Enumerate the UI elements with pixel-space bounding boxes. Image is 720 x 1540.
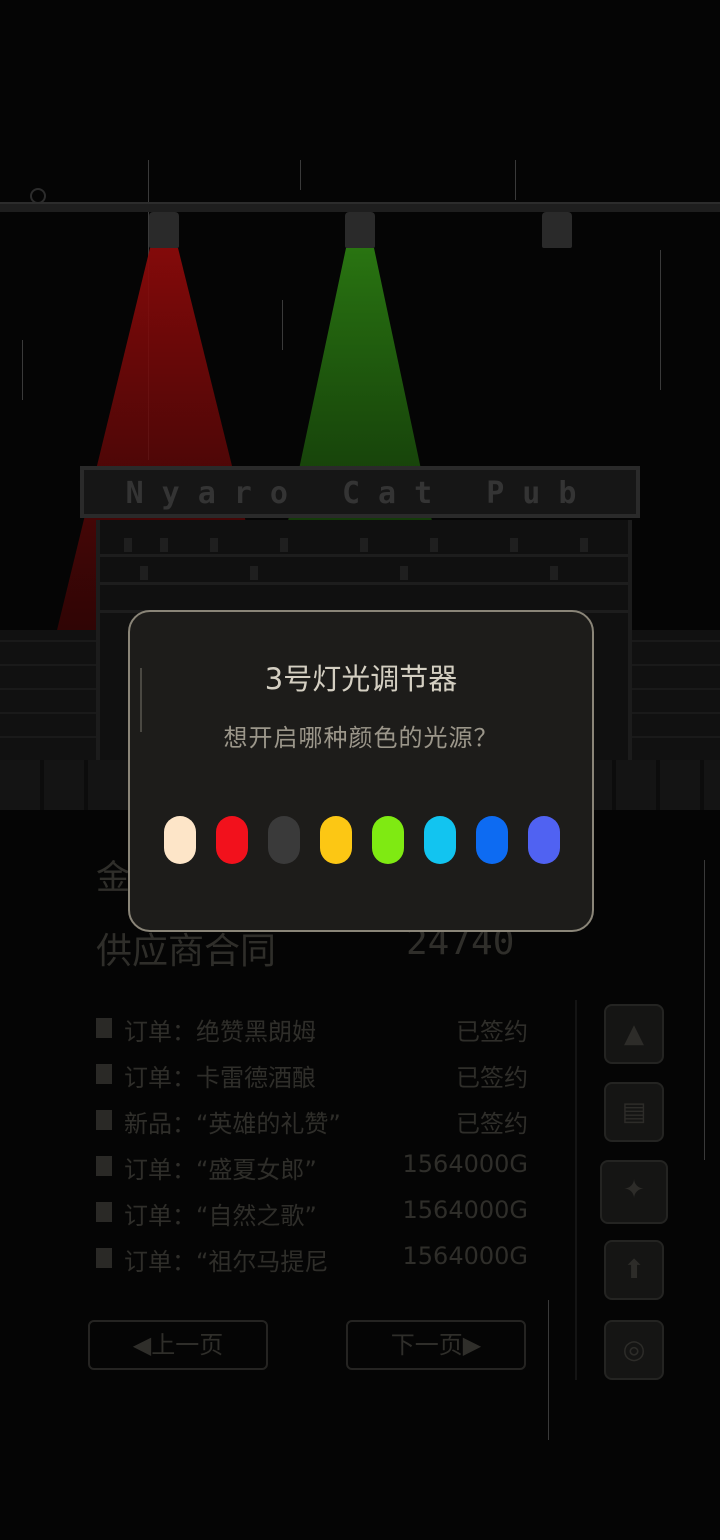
order-name: 订单：卡雷德酒酿 bbox=[124, 1064, 316, 1092]
bottle bbox=[250, 566, 258, 580]
ledger-icon[interactable]: ▤ bbox=[604, 1082, 664, 1142]
order-row[interactable]: 订单：“祖尔马提尼 1564000G bbox=[96, 1240, 536, 1280]
gold-label: 金 bbox=[96, 858, 130, 898]
bottle bbox=[210, 538, 218, 552]
order-name: 订单：绝赞黑朗姆 bbox=[124, 1018, 316, 1046]
dialog-subtitle: 想开启哪种颜色的光源？ bbox=[223, 724, 499, 752]
order-status: 1564000G bbox=[402, 1150, 528, 1178]
bottle bbox=[140, 566, 148, 580]
bottle bbox=[360, 538, 368, 552]
color-swatch-green[interactable] bbox=[372, 816, 404, 864]
hook-icon bbox=[30, 188, 46, 204]
order-name: 订单：“盛夏女郎” bbox=[124, 1156, 317, 1184]
lamp-rail bbox=[0, 202, 720, 212]
order-status: 1564000G bbox=[402, 1196, 528, 1224]
color-swatch-cyan[interactable] bbox=[424, 816, 456, 864]
color-swatch-warm-white[interactable] bbox=[164, 816, 196, 864]
lamp-settings-icon[interactable]: ✦ bbox=[600, 1160, 668, 1224]
bottle bbox=[280, 538, 288, 552]
color-swatch-off[interactable] bbox=[268, 816, 300, 864]
bottle bbox=[580, 538, 588, 552]
shelf bbox=[100, 582, 628, 585]
document-icon bbox=[96, 1110, 112, 1130]
bottle bbox=[430, 538, 438, 552]
order-name: 订单：“自然之歌” bbox=[124, 1202, 317, 1230]
upload-icon[interactable]: ⬆ bbox=[604, 1240, 664, 1300]
order-status: 已签约 bbox=[456, 1064, 528, 1092]
order-status: 已签约 bbox=[456, 1110, 528, 1138]
brick-wall-right bbox=[624, 630, 720, 760]
order-name: 新品：“英雄的礼赞” bbox=[124, 1110, 341, 1138]
bottle bbox=[400, 566, 408, 580]
order-row[interactable]: 新品：“英雄的礼赞” 已签约 bbox=[96, 1102, 536, 1142]
order-row[interactable]: 订单：绝赞黑朗姆 已签约 bbox=[96, 1010, 536, 1050]
order-row[interactable]: 订单：“盛夏女郎” 1564000G bbox=[96, 1148, 536, 1188]
order-row[interactable]: 订单：卡雷德酒酿 已签约 bbox=[96, 1056, 536, 1096]
brick-wall-left bbox=[0, 630, 96, 760]
rain-streak bbox=[548, 1300, 549, 1440]
warehouse-icon[interactable]: ▲ bbox=[604, 1004, 664, 1064]
bottle bbox=[510, 538, 518, 552]
document-icon bbox=[96, 1156, 112, 1176]
spotlight-lamp-1[interactable] bbox=[149, 212, 179, 248]
order-name: 订单：“祖尔马提尼 bbox=[124, 1248, 329, 1276]
color-swatch-yellow[interactable] bbox=[320, 816, 352, 864]
next-page-button[interactable]: 下一页▶ bbox=[346, 1320, 526, 1370]
order-status: 1564000G bbox=[402, 1242, 528, 1270]
pub-sign: Nyaro Cat Pub bbox=[80, 466, 640, 518]
prev-page-button[interactable]: ◀上一页 bbox=[88, 1320, 268, 1370]
color-swatch-blue[interactable] bbox=[476, 816, 508, 864]
color-swatch-red[interactable] bbox=[216, 816, 248, 864]
document-icon bbox=[96, 1248, 112, 1268]
color-swatch-periwinkle[interactable] bbox=[528, 816, 560, 864]
spotlight-lamp-3[interactable] bbox=[542, 212, 572, 248]
light-adjuster-dialog: 3号灯光调节器 想开启哪种颜色的光源？ bbox=[128, 610, 594, 932]
document-icon bbox=[96, 1064, 112, 1084]
bottle bbox=[550, 566, 558, 580]
spotlight-lamp-2[interactable] bbox=[345, 212, 375, 248]
document-icon bbox=[96, 1202, 112, 1222]
record-icon[interactable]: ◎ bbox=[604, 1320, 664, 1380]
order-row[interactable]: 订单：“自然之歌” 1564000G bbox=[96, 1194, 536, 1234]
bottle bbox=[160, 538, 168, 552]
order-status: 已签约 bbox=[456, 1018, 528, 1046]
bottle bbox=[124, 538, 132, 552]
dialog-title: 3号灯光调节器 bbox=[264, 662, 458, 696]
panel-divider bbox=[575, 1000, 577, 1380]
shelf bbox=[100, 554, 628, 557]
pub-sign-text: Nyaro Cat Pub bbox=[125, 476, 595, 511]
rain-streak bbox=[704, 860, 705, 1160]
document-icon bbox=[96, 1018, 112, 1038]
